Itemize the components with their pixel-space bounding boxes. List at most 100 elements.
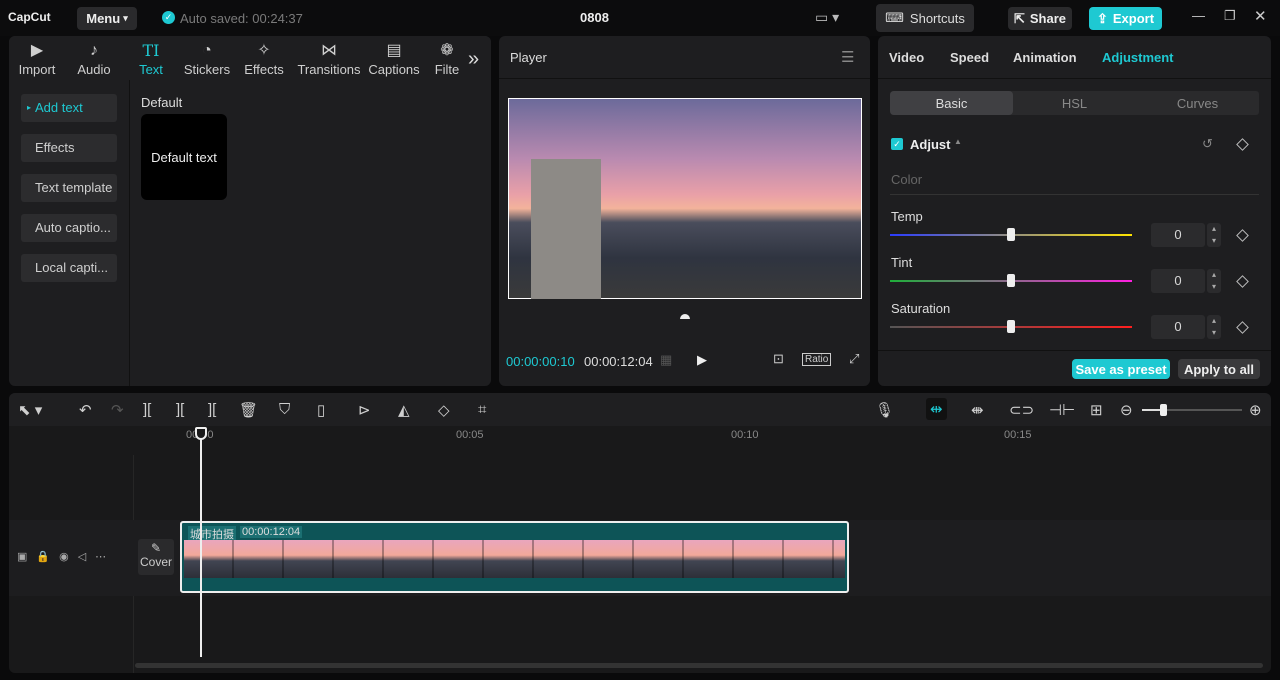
split-left-icon[interactable]: ][ — [176, 401, 184, 418]
default-text-card[interactable]: Default text — [141, 114, 227, 200]
snap-icon[interactable]: ⇼ — [971, 401, 984, 419]
undo-icon[interactable]: ↶ — [79, 401, 92, 419]
horizontal-scrollbar[interactable] — [135, 663, 1263, 668]
tab-transitions[interactable]: ⋈ Transitions — [296, 40, 362, 77]
autosave-status: Auto saved: 00:24:37 — [180, 11, 303, 26]
caret-up-icon[interactable]: ▲ — [954, 137, 962, 146]
cover-button[interactable]: ✎ Cover — [138, 539, 174, 575]
tab-label: Filte — [434, 62, 460, 77]
stepper[interactable]: ▴ ▾ — [1207, 269, 1221, 293]
clip-thumbnails — [184, 540, 845, 578]
media-panel: ▶ Import ♪ Audio TI Text ◔ Stickers ✧ Effects… — [9, 36, 491, 386]
keyframe-icon[interactable] — [1236, 229, 1249, 242]
sidebar-item-auto-captions[interactable]: Auto captio... — [21, 214, 117, 242]
preview-axis-icon[interactable]: ⊣⊢ — [1049, 401, 1075, 419]
subtab-hsl[interactable]: HSL — [1013, 91, 1136, 115]
zoom-in-icon[interactable]: ⊕ — [1249, 401, 1262, 419]
temp-slider[interactable] — [890, 228, 1132, 241]
crop-icon[interactable]: ⌗ — [478, 401, 486, 418]
track-controls[interactable]: ▣🔒◉◁⋯ — [17, 550, 115, 563]
delete-icon[interactable]: 🗑 — [239, 401, 258, 419]
temp-value[interactable]: 0 — [1151, 223, 1205, 247]
subtab-curves[interactable]: Curves — [1136, 91, 1259, 115]
share-button[interactable]: ⇱ Share — [1008, 7, 1072, 30]
slider-handle[interactable] — [1007, 274, 1015, 287]
keyframe-icon[interactable] — [1236, 275, 1249, 288]
export-button[interactable]: ⇪ Export — [1089, 7, 1162, 30]
tab-filters[interactable]: ❁ Filte — [432, 40, 462, 77]
sidebar-item-text-template[interactable]: Text template — [21, 174, 117, 202]
player-title: Player — [510, 50, 547, 65]
playhead[interactable] — [195, 427, 207, 657]
tab-video[interactable]: Video — [889, 50, 924, 65]
tick-label: 00:15 — [1004, 429, 1032, 441]
hamburger-icon[interactable]: ☰ — [841, 48, 854, 66]
zoom-fit-icon[interactable]: ⊞ — [1090, 401, 1103, 419]
redo-icon[interactable]: ↷ — [111, 401, 124, 419]
rotate-icon[interactable]: ◇ — [438, 401, 450, 419]
slider-handle[interactable] — [1007, 320, 1015, 333]
sidebar-item-effects[interactable]: Effects — [21, 134, 117, 162]
menu-button[interactable]: Menu ▾ — [77, 7, 137, 30]
split-icon[interactable]: ][ — [143, 401, 151, 418]
fullscreen-icon[interactable]: ⤢ — [849, 351, 859, 367]
tint-slider[interactable] — [890, 274, 1132, 287]
stepper[interactable]: ▴ ▾ — [1207, 223, 1221, 247]
close-icon[interactable]: ✕ — [1254, 7, 1267, 25]
freeze-icon[interactable]: ▯ — [317, 401, 325, 419]
slider-handle[interactable] — [1007, 228, 1015, 241]
restore-icon[interactable]: ❐ — [1224, 8, 1236, 24]
main-track-magnet-icon[interactable]: ⇹ — [926, 398, 947, 420]
link-icon[interactable]: ⊂⊃ — [1009, 401, 1034, 419]
sticker-icon: ◔ — [202, 42, 212, 59]
ratio-button[interactable]: Ratio — [802, 353, 832, 366]
timeline-toolbar: ⬉ ▾ ↶ ↷ ][ ][ ][ 🗑 ⛉ ▯ ⊳ ◭ ◇ ⌗ 🎙 ⇹ ⇼ ⊂⊃ … — [9, 393, 1271, 426]
reset-icon[interactable]: ↺ — [1202, 136, 1213, 152]
cover-label: Cover — [139, 555, 172, 569]
zoom-slider[interactable] — [1142, 404, 1242, 416]
minimize-icon[interactable]: — — [1192, 8, 1205, 23]
captions-icon: ▤ — [386, 42, 402, 59]
save-as-preset-button[interactable]: Save as preset — [1072, 359, 1170, 379]
marker-icon[interactable]: ⛉ — [279, 401, 290, 418]
rotate-handle[interactable] — [680, 314, 690, 319]
layout-icon[interactable]: ▭ ▾ — [815, 9, 839, 26]
keyframe-icon[interactable] — [1236, 321, 1249, 334]
grid-icon[interactable]: ▦ — [660, 352, 672, 368]
saturation-slider[interactable] — [890, 320, 1132, 333]
saturation-value[interactable]: 0 — [1151, 315, 1205, 339]
tab-text[interactable]: TI Text — [133, 40, 169, 77]
zoom-slider-handle[interactable] — [1160, 404, 1167, 416]
tab-effects[interactable]: ✧ Effects — [243, 40, 285, 77]
zoom-out-icon[interactable]: ⊖ — [1120, 401, 1133, 419]
tint-value[interactable]: 0 — [1151, 269, 1205, 293]
tab-stickers[interactable]: ◔ Stickers — [183, 40, 231, 77]
sidebar-item-add-text[interactable]: ▸ Add text — [21, 94, 117, 122]
building-image — [531, 159, 601, 299]
keyframe-icon[interactable] — [1236, 138, 1249, 151]
play-icon[interactable]: ▶ — [697, 352, 707, 368]
tab-captions[interactable]: ▤ Captions — [367, 40, 421, 77]
fit-zoom-icon[interactable]: ⊡ — [773, 351, 784, 367]
apply-to-all-button[interactable]: Apply to all — [1178, 359, 1260, 379]
shortcuts-button[interactable]: ⌨ Shortcuts — [876, 4, 974, 32]
stepper[interactable]: ▴ ▾ — [1207, 315, 1221, 339]
tab-audio[interactable]: ♪ Audio — [73, 40, 115, 77]
microphone-icon[interactable]: 🎙 — [875, 401, 894, 419]
select-tool-icon[interactable]: ⬉ ▾ — [18, 401, 42, 419]
more-tabs-icon[interactable]: » — [468, 48, 479, 71]
subtab-basic[interactable]: Basic — [890, 91, 1013, 115]
tab-adjustment[interactable]: Adjustment — [1102, 50, 1174, 65]
tab-animation[interactable]: Animation — [1013, 50, 1077, 65]
saturation-label: Saturation — [891, 301, 951, 316]
split-right-icon[interactable]: ][ — [208, 401, 216, 418]
adjust-checkbox[interactable]: ✓ — [891, 138, 903, 150]
tab-speed[interactable]: Speed — [950, 50, 989, 65]
tab-import[interactable]: ▶ Import — [15, 40, 59, 77]
reverse-icon[interactable]: ⊳ — [358, 401, 371, 419]
sidebar-item-local-captions[interactable]: Local capti... — [21, 254, 117, 282]
video-clip[interactable]: 城市拍摄 00:00:12:04 — [180, 521, 849, 593]
import-icon: ▶ — [30, 42, 44, 59]
video-preview[interactable] — [508, 98, 862, 299]
mirror-icon[interactable]: ◭ — [398, 401, 410, 419]
